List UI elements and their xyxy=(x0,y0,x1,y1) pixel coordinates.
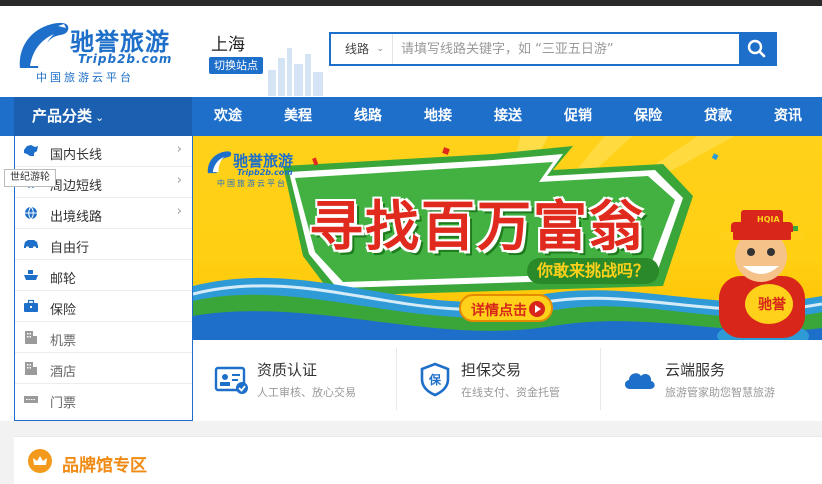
banner-subline: 你敢来挑战吗？ xyxy=(527,258,660,284)
sidebar-item-tickets[interactable]: 门票 xyxy=(15,384,192,415)
nav-item-huantu[interactable]: 欢途 xyxy=(203,97,253,136)
sidebar-item-hotels[interactable]: 酒店 xyxy=(15,353,192,384)
nav-item-xianlu[interactable]: 线路 xyxy=(343,97,393,136)
nav-items: 欢途 美程 线路 地接 接送 促销 保险 贷款 资讯 xyxy=(193,97,822,136)
search-bar: 线路 ⌄ xyxy=(329,32,777,66)
nav-item-meicheng[interactable]: 美程 xyxy=(273,97,323,136)
hover-tooltip: 世纪游轮 xyxy=(4,169,56,187)
sidebar-item-insurance[interactable]: 保险 xyxy=(15,291,192,322)
current-city: 上海 xyxy=(211,35,245,55)
chevron-right-icon: › xyxy=(176,173,182,188)
globe-icon xyxy=(25,206,37,220)
search-type-select[interactable]: 线路 ⌄ xyxy=(331,34,393,64)
sidebar-item-outbound[interactable]: 出境线路 › xyxy=(15,198,192,229)
logo-mark-icon xyxy=(19,22,69,68)
ship-icon xyxy=(24,270,38,280)
site-logo[interactable]: 驰誉旅游 Tripb2b.com 中国旅游云平台 xyxy=(14,18,184,88)
chevron-down-icon: ⌄ xyxy=(376,44,384,54)
feature-subtitle: 在线支付、资金托管 xyxy=(461,386,560,399)
product-category-label: 产品分类 xyxy=(32,107,93,125)
switch-site-button[interactable]: 切换站点 xyxy=(209,57,263,74)
logo-domain: Tripb2b.com xyxy=(78,52,173,66)
brand-zone-title[interactable]: 品牌馆专区 xyxy=(62,451,147,476)
product-category-menu[interactable]: 产品分类 ⌄ xyxy=(14,97,192,136)
banner-logo-slogan: 中国旅游云平台 xyxy=(217,179,287,188)
sidebar-item-label: 机票 xyxy=(50,334,77,349)
nav-item-dijie[interactable]: 地接 xyxy=(413,97,463,136)
feature-cloud-service[interactable]: 云端服务 旅游管家助您智慧旅游 xyxy=(601,340,805,420)
nav-item-jiesong[interactable]: 接送 xyxy=(483,97,533,136)
feature-title: 担保交易 xyxy=(461,361,522,379)
banner-cta-button[interactable]: 详情点击 xyxy=(459,294,553,322)
mascot-bag-text: 驰誉 xyxy=(758,297,786,313)
logo-slogan: 中国旅游云平台 xyxy=(36,71,134,84)
sidebar-item-label: 周边短线 xyxy=(50,179,103,194)
sidebar-item-label: 保险 xyxy=(50,303,77,318)
chevron-right-icon: › xyxy=(176,142,182,157)
sidebar-item-label: 出境线路 xyxy=(50,210,103,225)
sidebar-item-label: 国内长线 xyxy=(50,148,103,163)
sidebar-item-label: 门票 xyxy=(50,396,77,411)
feature-guarantee[interactable]: 保 担保交易 在线支付、资金托管 xyxy=(397,340,601,420)
ticket-icon xyxy=(24,396,38,403)
sidebar-item-cruise[interactable]: 邮轮 xyxy=(15,260,192,291)
nav-item-zixun[interactable]: 资讯 xyxy=(763,97,813,136)
banner-headline: 寻找百万富翁 xyxy=(309,195,645,258)
sidebar-item-domestic-long[interactable]: 国内长线 › xyxy=(15,136,192,167)
china-map-icon xyxy=(24,145,38,156)
promo-banner[interactable]: 驰誉旅游 Tripb2b.com 中国旅游云平台 寻找百万富翁 你敢来挑战吗？ … xyxy=(193,136,822,340)
nav-item-daikuan[interactable]: 贷款 xyxy=(693,97,743,136)
play-icon xyxy=(529,301,545,317)
search-icon xyxy=(747,39,766,58)
browser-top-bar xyxy=(0,0,822,6)
feature-subtitle: 人工审核、放心交易 xyxy=(257,386,356,399)
banner-logo-domain: Tripb2b.com xyxy=(237,168,293,177)
feature-subtitle: 旅游管家助您智慧旅游 xyxy=(665,386,775,399)
building-icon xyxy=(25,362,37,375)
brand-zone-section: 品牌馆专区 xyxy=(14,436,822,484)
mascot-hat-text: HQIA xyxy=(757,215,780,224)
search-input[interactable] xyxy=(401,34,739,64)
nav-item-cuxiao[interactable]: 促销 xyxy=(553,97,603,136)
chevron-down-icon: ⌄ xyxy=(95,111,105,124)
building-icon xyxy=(25,331,37,344)
cloud-icon xyxy=(624,373,655,389)
banner-cta-label: 详情点击 xyxy=(471,303,527,319)
feature-row: 资质认证 人工审核、放心交易 保 担保交易 在线支付、资金托管 云端服务 旅游管… xyxy=(193,340,822,420)
banner-logo-mark-icon xyxy=(207,151,232,174)
main-nav: 产品分类 ⌄ 欢途 美程 线路 地接 接送 促销 保险 贷款 资讯 xyxy=(0,97,822,136)
shield-icon: 保 xyxy=(420,362,450,397)
nav-item-baoxian[interactable]: 保险 xyxy=(623,97,673,136)
sidebar-item-label: 酒店 xyxy=(50,365,77,380)
search-type-label: 线路 xyxy=(345,42,370,56)
search-button[interactable] xyxy=(739,34,775,64)
id-card-icon xyxy=(214,366,248,394)
feature-title: 云端服务 xyxy=(665,361,726,379)
skyline-decoration xyxy=(268,48,323,96)
sidebar-item-free-travel[interactable]: 自由行 xyxy=(15,229,192,260)
sidebar-item-label: 自由行 xyxy=(50,241,90,256)
crown-icon xyxy=(28,449,52,473)
svg-text:保: 保 xyxy=(428,372,442,387)
feature-title: 资质认证 xyxy=(257,361,318,379)
briefcase-icon xyxy=(24,299,38,312)
car-icon xyxy=(24,240,38,250)
page-root: 驰誉旅游 Tripb2b.com 中国旅游云平台 上海 切换站点 线路 ⌄ 产品… xyxy=(0,0,822,484)
chevron-right-icon: › xyxy=(176,204,182,219)
sidebar-item-flights[interactable]: 机票 xyxy=(15,322,192,353)
sidebar-item-label: 邮轮 xyxy=(50,272,77,287)
feature-qualification[interactable]: 资质认证 人工审核、放心交易 xyxy=(193,340,397,420)
